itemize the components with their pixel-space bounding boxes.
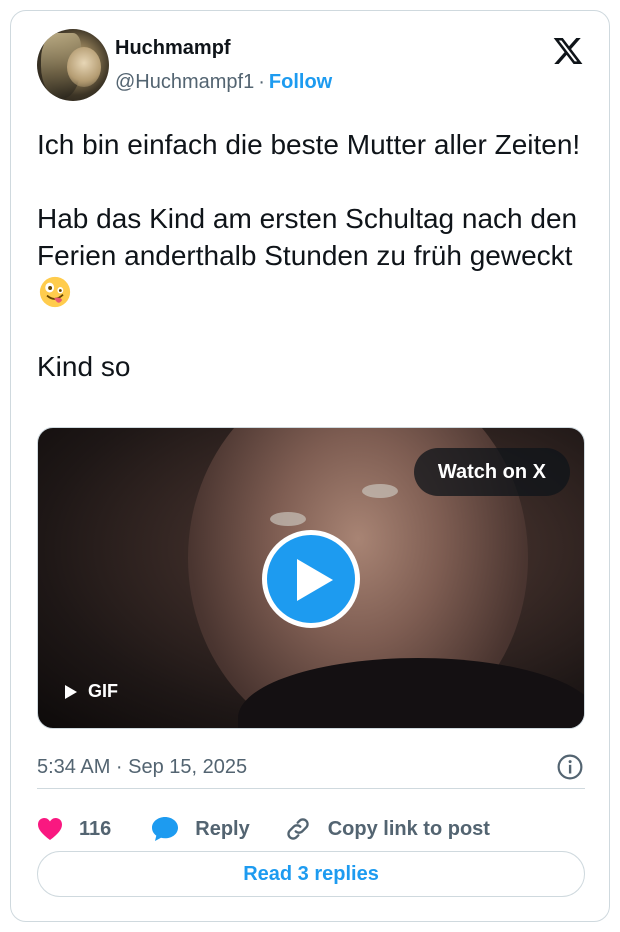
info-icon[interactable] (557, 754, 583, 780)
embedded-post-card: Huchmampf @Huchmampf1 · Follow Ich bin ein… (10, 10, 610, 922)
author-handle-row: @Huchmampf1 · Follow (115, 71, 332, 94)
like-count: 116 (79, 817, 112, 840)
post-text: Ich bin einfach die beste Mutter aller Z… (37, 126, 597, 385)
x-logo-icon[interactable] (551, 35, 585, 67)
post-text-line-2-text: Hab das Kind am ersten Schultag nach den… (37, 203, 578, 271)
gif-label: GIF (88, 681, 118, 701)
heart-icon (38, 818, 62, 840)
follow-button[interactable]: Follow (269, 71, 332, 93)
post-timestamp[interactable]: 5:34 AM · Sep 15, 2025 (37, 756, 247, 779)
zany-face-emoji-icon (39, 276, 71, 308)
handle-separator: · (258, 71, 265, 93)
post-text-line-2: Hab das Kind am ersten Schultag nach den… (37, 200, 597, 311)
action-bar: 116 Reply Copy link to post (37, 811, 490, 847)
read-replies-button[interactable]: Read 3 replies (37, 851, 585, 897)
post-text-line-1: Ich bin einfach die beste Mutter aller Z… (37, 129, 581, 160)
copy-link-label: Copy link to post (327, 817, 490, 840)
avatar[interactable] (37, 29, 109, 101)
reply-label: Reply (195, 817, 250, 840)
reply-button[interactable]: Reply (151, 816, 250, 842)
play-button[interactable] (262, 530, 360, 628)
link-icon (287, 818, 309, 840)
copy-link-button[interactable]: Copy link to post (284, 815, 490, 843)
media-subject-eye-left (270, 512, 306, 526)
gif-badge: GIF (64, 681, 118, 702)
avatar-face (67, 47, 101, 87)
author-display-name[interactable]: Huchmampf (115, 37, 231, 60)
post-text-line-3: Kind so (37, 351, 131, 382)
play-icon (297, 559, 333, 601)
watch-on-x-button[interactable]: Watch on X (413, 448, 570, 496)
small-play-icon (65, 684, 77, 699)
author-handle[interactable]: @Huchmampf1 (115, 71, 254, 93)
gif-media[interactable]: Watch on X GIF (37, 427, 585, 729)
divider (37, 788, 585, 789)
reply-bubble-icon (152, 817, 179, 841)
media-subject-eye-right (362, 484, 398, 498)
like-button[interactable]: 116 (37, 817, 111, 841)
